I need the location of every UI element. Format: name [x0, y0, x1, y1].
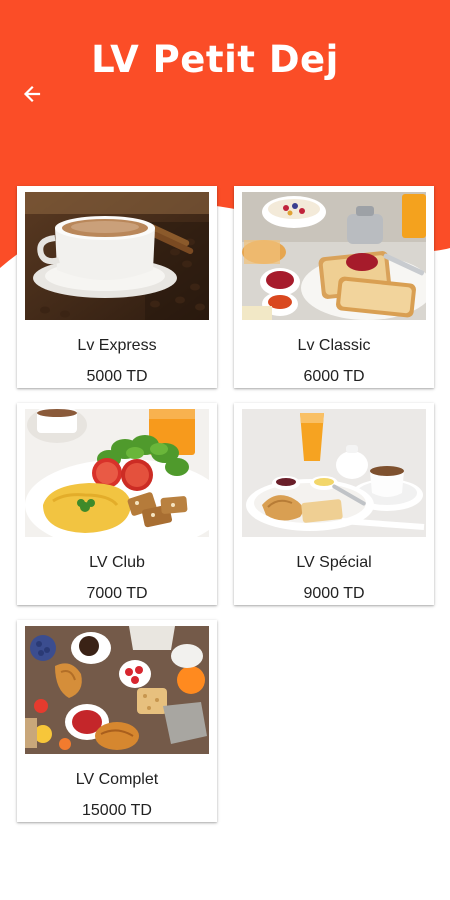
menu-item-price: 7000 TD — [86, 585, 148, 602]
menu-card-club[interactable]: LV Club 7000 TD — [17, 403, 217, 605]
back-button[interactable] — [14, 78, 50, 110]
menu-card-express[interactable]: Lv Express 5000 TD — [17, 186, 217, 388]
menu-item-name: Lv Express — [77, 337, 157, 354]
breakfast-spread-photo — [25, 626, 209, 754]
coffee-cup-photo — [25, 192, 209, 320]
toast-breakfast-photo — [242, 192, 426, 320]
continental-tray-photo — [242, 409, 426, 537]
menu-item-price: 9000 TD — [303, 585, 365, 602]
menu-item-price: 5000 TD — [86, 368, 148, 385]
arrow-left-icon — [23, 85, 41, 103]
menu-item-name: LV Complet — [75, 771, 159, 788]
omelette-plate-photo — [25, 409, 209, 537]
menu-item-price: 6000 TD — [303, 368, 365, 385]
menu-item-name: LV Spécial — [296, 554, 372, 571]
menu-card-special[interactable]: LV Spécial 9000 TD — [234, 403, 434, 605]
menu-card-complet[interactable]: LV Complet 15000 TD — [17, 620, 217, 822]
menu-grid: Lv Express 5000 TD Lv Classic 6000 TD LV… — [17, 186, 435, 822]
menu-item-name: LV Club — [89, 554, 145, 571]
menu-item-price: 15000 TD — [82, 802, 152, 819]
menu-item-name: Lv Classic — [297, 337, 371, 354]
menu-card-classic[interactable]: Lv Classic 6000 TD — [234, 186, 434, 388]
page-title: LV Petit Dej — [91, 38, 339, 81]
